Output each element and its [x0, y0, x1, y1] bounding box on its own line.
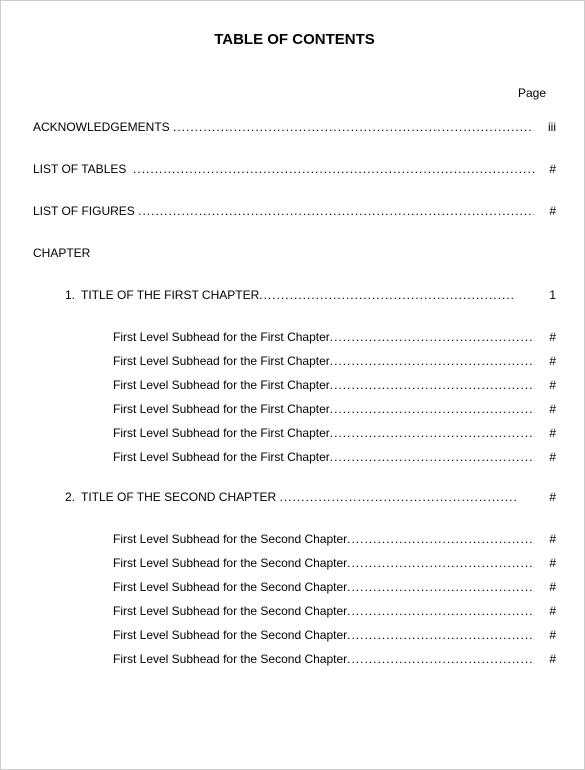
- chapter-page: #: [516, 490, 556, 504]
- front-matter-entry: ACKNOWLEDGEMENTS iii: [33, 120, 556, 134]
- subhead-label: First Level Subhead for the Second Chapt…: [113, 604, 347, 618]
- chapter-number: 1.: [65, 288, 75, 302]
- subhead-entry: First Level Subhead for the Second Chapt…: [33, 580, 556, 594]
- front-matter-entry: LIST OF FIGURES #: [33, 204, 556, 218]
- dot-leader: [279, 490, 516, 504]
- subhead-page: #: [534, 532, 556, 546]
- subhead-entry: First Level Subhead for the First Chapte…: [33, 378, 556, 392]
- entry-label: LIST OF TABLES: [33, 162, 133, 176]
- dot-leader: [133, 162, 534, 176]
- subhead-page: #: [534, 450, 556, 464]
- subhead-entry: First Level Subhead for the Second Chapt…: [33, 556, 556, 570]
- subhead-page: #: [534, 580, 556, 594]
- subhead-page: #: [534, 604, 556, 618]
- subhead-entry: First Level Subhead for the First Chapte…: [33, 354, 556, 368]
- subhead-label: First Level Subhead for the First Chapte…: [113, 402, 330, 416]
- entry-label: ACKNOWLEDGEMENTS: [33, 120, 173, 134]
- subhead-entry: First Level Subhead for the First Chapte…: [33, 450, 556, 464]
- subhead-block: First Level Subhead for the Second Chapt…: [33, 532, 556, 666]
- dot-leader: [330, 354, 534, 368]
- entry-page: #: [534, 204, 556, 218]
- entry-page: iii: [534, 120, 556, 134]
- dot-leader: [347, 604, 534, 618]
- dot-leader: [347, 532, 534, 546]
- dot-leader: [347, 652, 534, 666]
- subhead-label: First Level Subhead for the Second Chapt…: [113, 580, 347, 594]
- subhead-block: First Level Subhead for the First Chapte…: [33, 330, 556, 464]
- subhead-page: #: [534, 628, 556, 642]
- dot-leader: [330, 378, 534, 392]
- dot-leader: [347, 556, 534, 570]
- front-matter-entry: LIST OF TABLES #: [33, 162, 556, 176]
- subhead-page: #: [534, 652, 556, 666]
- dot-leader: [330, 402, 534, 416]
- chapter-entry: 1. TITLE OF THE FIRST CHAPTER 1: [33, 288, 556, 302]
- chapter-entry: 2. TITLE OF THE SECOND CHAPTER #: [33, 490, 556, 504]
- chapter-heading: CHAPTER: [33, 246, 556, 260]
- dot-leader: [259, 288, 516, 302]
- dot-leader: [347, 628, 534, 642]
- subhead-label: First Level Subhead for the Second Chapt…: [113, 652, 347, 666]
- subhead-page: #: [534, 378, 556, 392]
- subhead-page: #: [534, 556, 556, 570]
- subhead-label: First Level Subhead for the First Chapte…: [113, 450, 330, 464]
- subhead-entry: First Level Subhead for the Second Chapt…: [33, 652, 556, 666]
- chapter-title: TITLE OF THE SECOND CHAPTER: [81, 490, 279, 504]
- subhead-entry: First Level Subhead for the Second Chapt…: [33, 532, 556, 546]
- dot-leader: [330, 450, 534, 464]
- chapter-page: 1: [516, 288, 556, 302]
- subhead-entry: First Level Subhead for the First Chapte…: [33, 426, 556, 440]
- subhead-entry: First Level Subhead for the Second Chapt…: [33, 628, 556, 642]
- dot-leader: [330, 330, 534, 344]
- subhead-entry: First Level Subhead for the Second Chapt…: [33, 604, 556, 618]
- dot-leader: [138, 204, 534, 218]
- subhead-label: First Level Subhead for the First Chapte…: [113, 426, 330, 440]
- page-column-label: Page: [33, 86, 556, 100]
- subhead-entry: First Level Subhead for the First Chapte…: [33, 402, 556, 416]
- subhead-label: First Level Subhead for the First Chapte…: [113, 378, 330, 392]
- dot-leader: [173, 120, 534, 134]
- subhead-page: #: [534, 426, 556, 440]
- chapter-number: 2.: [65, 490, 75, 504]
- subhead-page: #: [534, 354, 556, 368]
- subhead-page: #: [534, 402, 556, 416]
- subhead-label: First Level Subhead for the Second Chapt…: [113, 556, 347, 570]
- document-title: TABLE OF CONTENTS: [33, 31, 556, 48]
- entry-label: LIST OF FIGURES: [33, 204, 138, 218]
- subhead-label: First Level Subhead for the Second Chapt…: [113, 532, 347, 546]
- dot-leader: [347, 580, 534, 594]
- dot-leader: [330, 426, 534, 440]
- subhead-entry: First Level Subhead for the First Chapte…: [33, 330, 556, 344]
- subhead-label: First Level Subhead for the Second Chapt…: [113, 628, 347, 642]
- subhead-label: First Level Subhead for the First Chapte…: [113, 354, 330, 368]
- chapter-title: TITLE OF THE FIRST CHAPTER: [81, 288, 259, 302]
- subhead-page: #: [534, 330, 556, 344]
- subhead-label: First Level Subhead for the First Chapte…: [113, 330, 330, 344]
- entry-page: #: [534, 162, 556, 176]
